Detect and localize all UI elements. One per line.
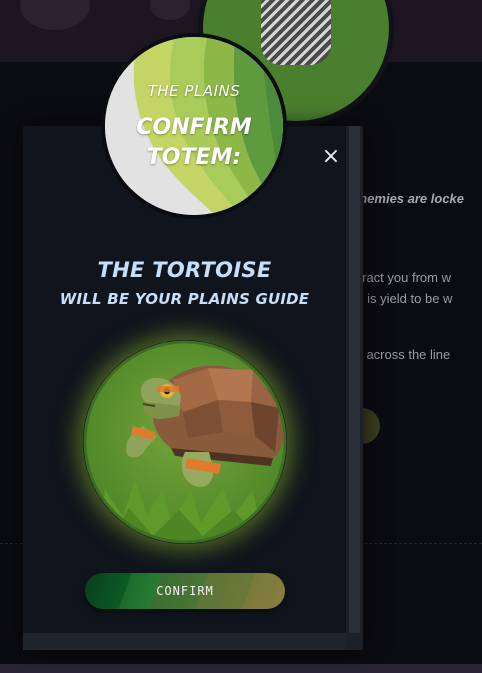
totem-title: THE TORTOISE bbox=[97, 258, 272, 282]
badge-level-name: THE PLAINS bbox=[147, 82, 241, 100]
confirm-button[interactable]: CONFIRM bbox=[85, 573, 285, 609]
modal-scrollbar[interactable] bbox=[346, 126, 363, 650]
totem-image-frame bbox=[83, 340, 287, 544]
totem-subtitle: WILL BE YOUR PLAINS GUIDE bbox=[59, 290, 310, 308]
badge-heading-line2: TOTEM: bbox=[146, 145, 242, 170]
close-button[interactable]: × bbox=[319, 145, 343, 169]
background-shape bbox=[150, 0, 190, 20]
background-shape bbox=[20, 0, 90, 30]
modal-horizontal-scrollbar[interactable] bbox=[23, 633, 346, 650]
background-text-line: m across the line bbox=[352, 347, 451, 362]
background-text-line: re is yield to be w bbox=[352, 291, 453, 306]
background-footer bbox=[0, 664, 482, 673]
badge-heading-line1: CONFIRM bbox=[136, 115, 252, 140]
tortoise-icon bbox=[83, 340, 287, 544]
confirm-button-label: CONFIRM bbox=[156, 584, 214, 598]
background-text-line: enemies are locke bbox=[352, 191, 465, 206]
modal-scrollbar-thumb[interactable] bbox=[349, 126, 360, 633]
level-badge: THE PLAINS CONFIRM TOTEM: bbox=[101, 33, 287, 219]
background-text-line: stract you from w bbox=[352, 270, 451, 285]
